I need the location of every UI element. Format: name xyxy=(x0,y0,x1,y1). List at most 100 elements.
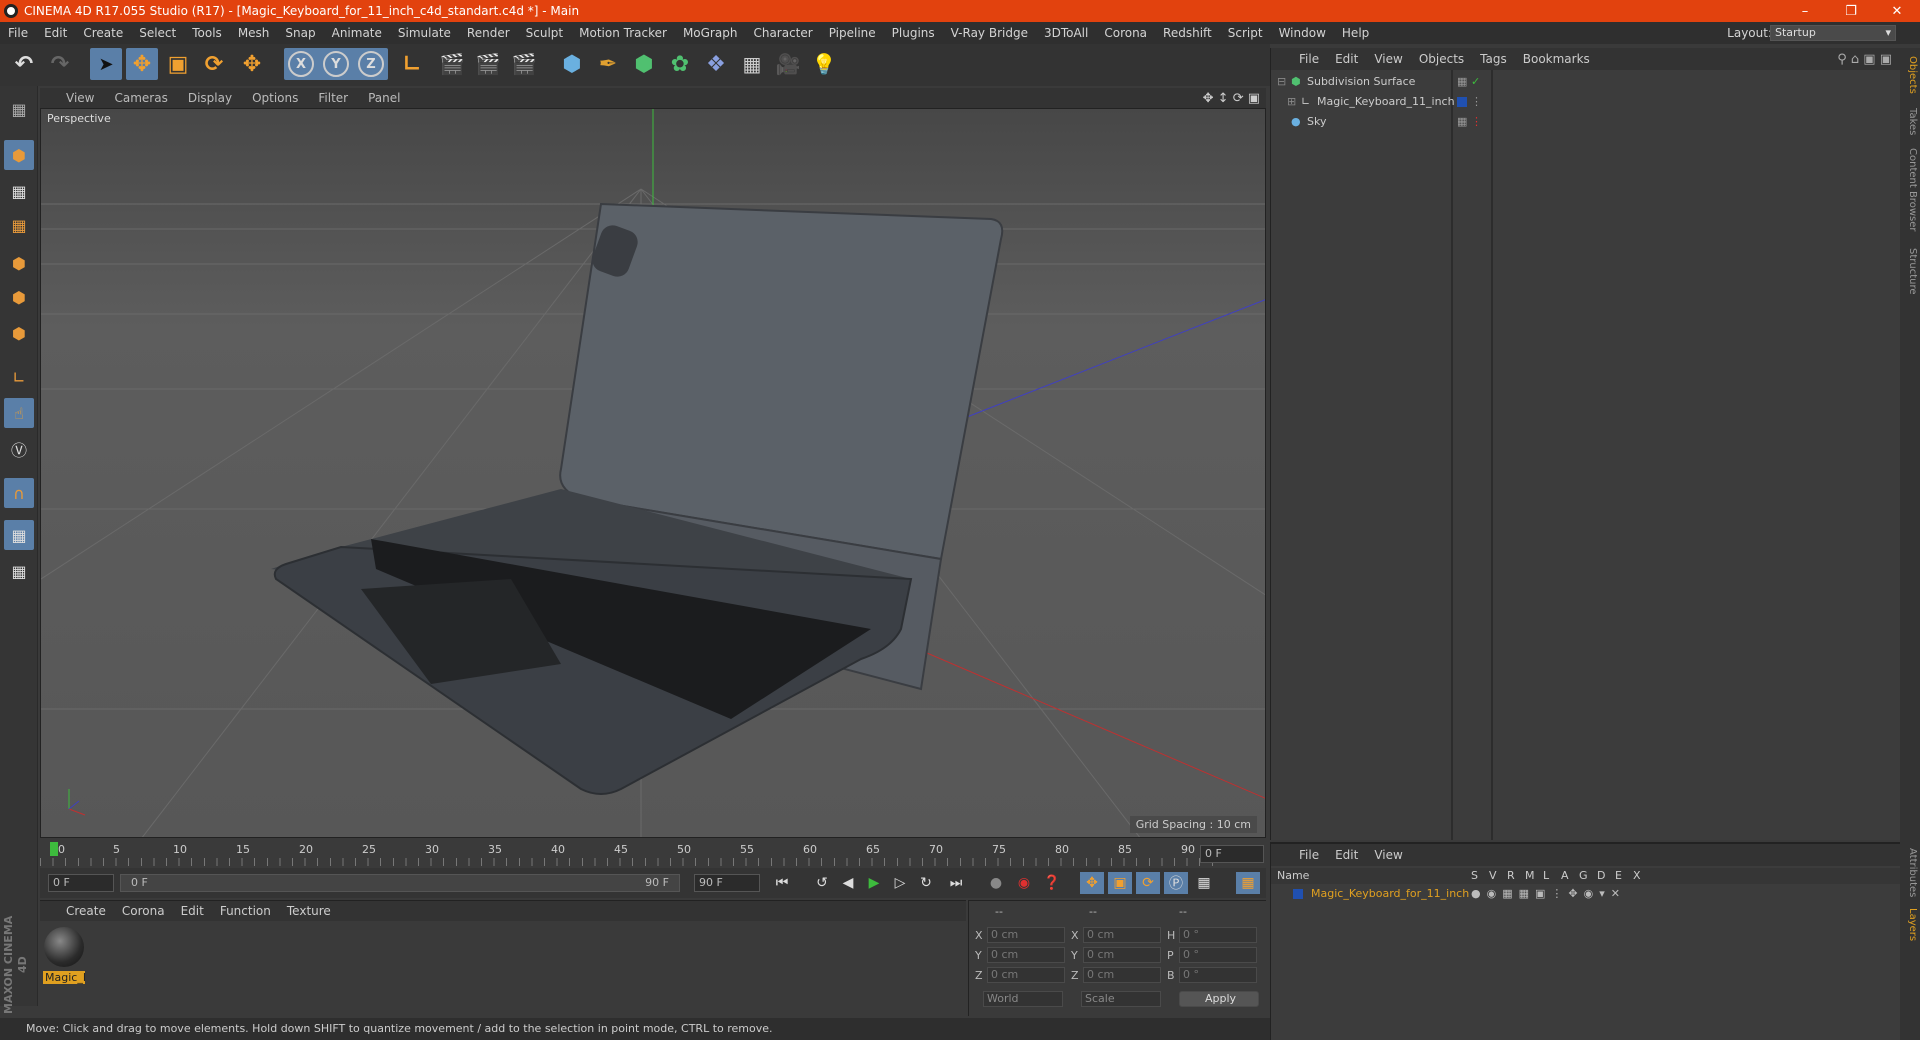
magic-keyboard-model[interactable] xyxy=(271,202,1004,795)
render-picture-viewer-icon[interactable]: 🎬 xyxy=(472,48,504,80)
key-param-icon[interactable]: Ⓟ xyxy=(1164,872,1188,894)
material-preview[interactable] xyxy=(44,927,84,967)
go-to-start-icon[interactable]: ⏮ xyxy=(770,872,794,894)
size-y-field[interactable]: 0 cm xyxy=(1083,947,1161,963)
axis-z-button[interactable]: Z xyxy=(358,51,384,77)
menu-script[interactable]: Script xyxy=(1220,26,1271,40)
workplane-icon[interactable]: ▦ xyxy=(4,210,34,240)
planar-workplane-icon[interactable]: ▦ xyxy=(4,556,34,586)
select-arrow-icon[interactable]: ➤ xyxy=(90,48,122,80)
timeline-ruler[interactable]: 0 5 10 15 20 25 30 35 40 45 50 55 60 65 … xyxy=(40,840,1266,868)
rotate-tool-icon[interactable]: ⟳ xyxy=(198,48,230,80)
position-y-field[interactable]: 0 cm xyxy=(987,947,1065,963)
record-keys-icon[interactable]: ● xyxy=(984,872,1008,894)
layer-menu-edit[interactable]: Edit xyxy=(1327,848,1366,862)
material-menu-corona[interactable]: Corona xyxy=(114,904,173,918)
object-row-sky[interactable]: ● Sky ▦ ⋮ xyxy=(1271,112,1901,132)
tab-objects[interactable]: Objects xyxy=(1902,56,1918,94)
axis-x-button[interactable]: X xyxy=(288,51,314,77)
size-z-field[interactable]: 0 cm xyxy=(1083,967,1161,983)
model-mode-icon[interactable]: ⬢ xyxy=(4,140,34,170)
points-mode-icon[interactable]: ⬢ xyxy=(4,248,34,278)
menu-animate[interactable]: Animate xyxy=(324,26,390,40)
menu-help[interactable]: Help xyxy=(1334,26,1377,40)
render-view-icon[interactable]: 🎬 xyxy=(436,48,468,80)
tab-structure[interactable]: Structure xyxy=(1902,248,1918,295)
object-menu-file[interactable]: File xyxy=(1291,52,1327,66)
spline-pen-icon[interactable]: ✒ xyxy=(592,48,624,80)
keyframe-selection-icon[interactable]: ❓ xyxy=(1040,872,1064,894)
tab-layers[interactable]: Layers xyxy=(1902,908,1918,941)
search-icon[interactable]: ⚲ ⌂ ▣ ▣ xyxy=(1837,52,1892,67)
close-button[interactable]: ✕ xyxy=(1874,0,1920,22)
position-x-field[interactable]: 0 cm xyxy=(987,927,1065,943)
deformer-icon[interactable]: ❖ xyxy=(700,48,732,80)
minimize-button[interactable]: – xyxy=(1782,0,1828,22)
position-z-field[interactable]: 0 cm xyxy=(987,967,1065,983)
visibility-dots-icon[interactable]: ⋮ xyxy=(1471,112,1482,132)
menu-3dtoall[interactable]: 3DToAll xyxy=(1036,26,1096,40)
rotation-h-field[interactable]: 0 ° xyxy=(1179,927,1257,943)
snap-magnet-icon[interactable]: ∩ xyxy=(4,478,34,508)
layer-toggle-icons[interactable]: ●◉▦▦▣⋮✥◉▾✕ xyxy=(1471,887,1626,900)
coordinate-system-icon[interactable]: ∟ xyxy=(396,48,428,80)
apply-button[interactable]: Apply xyxy=(1179,991,1259,1007)
solo-icon[interactable]: Ⓥ xyxy=(4,434,34,464)
column-divider[interactable] xyxy=(1491,70,1493,840)
object-row-magic-keyboard[interactable]: ⊞ ∟ Magic_Keyboard_11_inch ⋮ xyxy=(1271,92,1901,112)
rotation-b-field[interactable]: 0 ° xyxy=(1179,967,1257,983)
menu-file[interactable]: File xyxy=(0,26,36,40)
frame-range-slider[interactable]: 0 F 90 F xyxy=(120,874,680,892)
camera-icon[interactable]: 🎥 xyxy=(772,48,804,80)
key-position-icon[interactable]: ✥ xyxy=(1080,872,1104,894)
menu-select[interactable]: Select xyxy=(131,26,184,40)
layer-row[interactable]: Magic_Keyboard_for_11_inch ●◉▦▦▣⋮✥◉▾✕ xyxy=(1271,886,1900,904)
cloner-icon[interactable]: ✿ xyxy=(664,48,696,80)
timeline-window-icon[interactable]: ▦ xyxy=(1236,872,1260,894)
menu-simulate[interactable]: Simulate xyxy=(390,26,459,40)
visibility-dots-icon[interactable]: ⋮ xyxy=(1471,92,1482,112)
make-editable-icon[interactable]: ▦ xyxy=(4,94,34,124)
menu-motion-tracker[interactable]: Motion Tracker xyxy=(571,26,675,40)
viewport-menu-panel[interactable]: Panel xyxy=(358,91,410,105)
menu-tools[interactable]: Tools xyxy=(184,26,230,40)
play-icon[interactable]: ▶ xyxy=(862,872,886,894)
tab-content-browser[interactable]: Content Browser xyxy=(1902,148,1918,231)
menu-character[interactable]: Character xyxy=(745,26,820,40)
material-menu-create[interactable]: Create xyxy=(58,904,114,918)
viewport-menu-view[interactable]: View xyxy=(56,91,104,105)
floor-icon[interactable]: ▦ xyxy=(736,48,768,80)
tweak-mode-icon[interactable]: ☝ xyxy=(4,398,34,428)
go-to-end-icon[interactable]: ⏭ xyxy=(944,872,968,894)
render-settings-icon[interactable]: 🎬 xyxy=(508,48,540,80)
scale-tool-icon[interactable]: ▣ xyxy=(162,48,194,80)
object-menu-view[interactable]: View xyxy=(1366,52,1410,66)
enabled-check-icon[interactable]: ✓ xyxy=(1471,72,1480,92)
expand-icon[interactable]: ⊞ xyxy=(1287,92,1296,112)
light-bulb-icon[interactable]: 💡 xyxy=(808,48,840,80)
viewport-nav-icons[interactable]: ✥ ↕ ⟳ ▣ xyxy=(1203,91,1260,106)
key-pla-icon[interactable]: ▦ xyxy=(1192,872,1216,894)
layer-menu-view[interactable]: View xyxy=(1366,848,1410,862)
size-x-field[interactable]: 0 cm xyxy=(1083,927,1161,943)
key-rotation-icon[interactable]: ⟳ xyxy=(1136,872,1160,894)
viewport-menu-filter[interactable]: Filter xyxy=(308,91,358,105)
menu-mograph[interactable]: MoGraph xyxy=(675,26,746,40)
redo-icon[interactable]: ↷ xyxy=(44,48,76,80)
menu-snap[interactable]: Snap xyxy=(277,26,323,40)
material-menu-function[interactable]: Function xyxy=(212,904,279,918)
menu-sculpt[interactable]: Sculpt xyxy=(518,26,571,40)
end-frame-field[interactable]: 90 F xyxy=(694,874,760,892)
perspective-viewport[interactable]: Perspective Grid Spacing : 10 cm xyxy=(40,108,1266,838)
layer-menu-file[interactable]: File xyxy=(1291,848,1327,862)
object-menu-tags[interactable]: Tags xyxy=(1472,52,1515,66)
tab-attributes[interactable]: Attributes xyxy=(1902,848,1918,897)
object-row-subdivision-surface[interactable]: ⊟ ⬢ Subdivision Surface ▦ ✓ xyxy=(1271,72,1901,92)
key-scale-icon[interactable]: ▣ xyxy=(1108,872,1132,894)
cube-primitive-icon[interactable]: ⬢ xyxy=(556,48,588,80)
object-menu-edit[interactable]: Edit xyxy=(1327,52,1366,66)
viewport-menu-options[interactable]: Options xyxy=(242,91,308,105)
transform-tool-icon[interactable]: ✥ xyxy=(236,48,268,80)
axis-y-button[interactable]: Y xyxy=(323,51,349,77)
menu-create[interactable]: Create xyxy=(75,26,131,40)
